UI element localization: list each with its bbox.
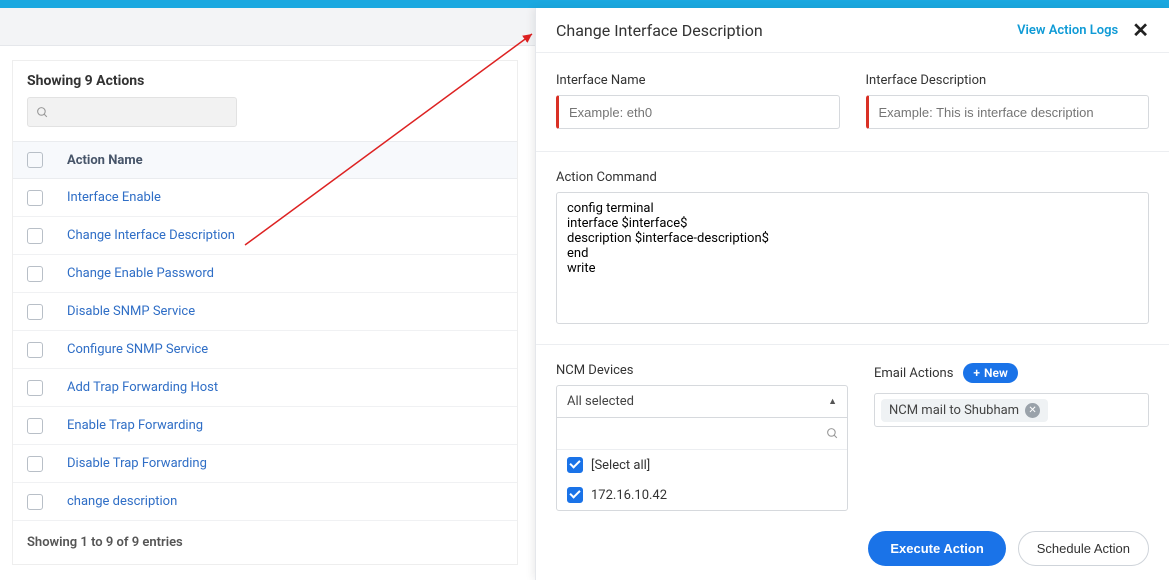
table-row: Disable SNMP Service (13, 293, 517, 331)
table-row: Change Interface Description (13, 217, 517, 255)
multiselect-toggle[interactable]: All selected ▲ (557, 386, 847, 418)
table-row: Enable Trap Forwarding (13, 407, 517, 445)
option-checkbox[interactable] (567, 487, 583, 503)
select-all-checkbox[interactable] (27, 152, 43, 168)
panel-header: Change Interface Description View Action… (536, 8, 1169, 53)
action-link[interactable]: Change Interface Description (67, 228, 235, 243)
action-link[interactable]: Disable Trap Forwarding (67, 456, 207, 471)
interface-name-field: Interface Name (556, 73, 840, 129)
panel-footer: Execute Action Schedule Action (868, 531, 1149, 566)
interface-desc-field: Interface Description (866, 73, 1150, 129)
multiselect-option[interactable]: 172.16.10.42 (557, 480, 847, 510)
email-actions-label: Email Actions (874, 366, 953, 381)
email-chip-container[interactable]: NCM mail to Shubham ✕ (874, 393, 1149, 427)
close-icon[interactable]: ✕ (1132, 18, 1149, 42)
interface-name-input[interactable] (556, 95, 840, 129)
new-button-label: New (984, 366, 1008, 380)
row-checkbox[interactable] (27, 190, 43, 206)
divider (536, 344, 1169, 345)
actions-count-title: Showing 9 Actions (13, 61, 517, 97)
table-row: Configure SNMP Service (13, 331, 517, 369)
search-icon (36, 106, 49, 119)
action-link[interactable]: Configure SNMP Service (67, 342, 208, 357)
action-link[interactable]: Interface Enable (67, 190, 161, 205)
actions-list-panel: Showing 9 Actions Action Name Interface … (0, 46, 530, 579)
chip-label: NCM mail to Shubham (889, 403, 1019, 418)
row-checkbox[interactable] (27, 304, 43, 320)
action-link[interactable]: Enable Trap Forwarding (67, 418, 203, 433)
email-chip: NCM mail to Shubham ✕ (881, 399, 1048, 422)
action-link[interactable]: change description (67, 494, 177, 509)
chip-remove-icon[interactable]: ✕ (1025, 403, 1040, 418)
interface-desc-input[interactable] (866, 95, 1150, 129)
panel-title: Change Interface Description (556, 21, 763, 40)
table-header: Action Name (13, 141, 517, 179)
multiselect-search (557, 418, 847, 450)
ncm-devices-multiselect: All selected ▲ [Select all] 172.16.10.42 (556, 385, 848, 511)
top-accent-bar (0, 0, 1169, 8)
table-row: Interface Enable (13, 179, 517, 217)
divider (536, 151, 1169, 152)
interface-name-label: Interface Name (556, 73, 840, 88)
panel-header-actions: View Action Logs ✕ (1017, 18, 1149, 42)
row-checkbox[interactable] (27, 418, 43, 434)
row-checkbox[interactable] (27, 266, 43, 282)
action-command-textarea[interactable] (556, 192, 1149, 324)
row-checkbox[interactable] (27, 342, 43, 358)
new-email-action-button[interactable]: + New (963, 363, 1017, 383)
multiselect-option-select-all[interactable]: [Select all] (557, 450, 847, 480)
action-link[interactable]: Add Trap Forwarding Host (67, 380, 218, 395)
option-label: [Select all] (591, 458, 650, 473)
row-checkbox[interactable] (27, 228, 43, 244)
table-footer-text: Showing 1 to 9 of 9 entries (13, 521, 517, 564)
actions-search-input[interactable] (27, 97, 237, 127)
plus-icon: + (973, 366, 980, 380)
email-actions-field: Email Actions + New NCM mail to Shubham … (874, 363, 1149, 511)
execute-action-button[interactable]: Execute Action (868, 531, 1005, 566)
chevron-up-icon: ▲ (828, 396, 837, 407)
table-row: change description (13, 483, 517, 521)
interface-desc-label: Interface Description (866, 73, 1150, 88)
row-checkbox[interactable] (27, 494, 43, 510)
table-row: Add Trap Forwarding Host (13, 369, 517, 407)
multiselect-summary: All selected (567, 394, 634, 409)
column-header-action-name[interactable]: Action Name (67, 153, 143, 168)
table-row: Disable Trap Forwarding (13, 445, 517, 483)
action-link[interactable]: Change Enable Password (67, 266, 214, 281)
row-checkbox[interactable] (27, 456, 43, 472)
second-row: NCM Devices All selected ▲ [Select all] (556, 363, 1149, 511)
panel-body: Interface Name Interface Description Act… (536, 53, 1169, 531)
table-row: Change Enable Password (13, 255, 517, 293)
ncm-devices-field: NCM Devices All selected ▲ [Select all] (556, 363, 848, 511)
ncm-devices-label: NCM Devices (556, 363, 848, 378)
email-actions-header: Email Actions + New (874, 363, 1149, 383)
schedule-action-button[interactable]: Schedule Action (1018, 531, 1149, 566)
row-checkbox[interactable] (27, 380, 43, 396)
field-row: Interface Name Interface Description (556, 73, 1149, 129)
view-action-logs-link[interactable]: View Action Logs (1017, 23, 1118, 38)
search-wrap (13, 97, 517, 141)
search-icon (826, 427, 839, 440)
option-checkbox[interactable] (567, 457, 583, 473)
option-label: 172.16.10.42 (591, 488, 667, 503)
action-link[interactable]: Disable SNMP Service (67, 304, 195, 319)
action-command-label: Action Command (556, 170, 1149, 185)
actions-panel-inner: Showing 9 Actions Action Name Interface … (12, 60, 518, 565)
action-detail-panel: Change Interface Description View Action… (535, 8, 1169, 580)
multiselect-search-input[interactable] (565, 418, 826, 449)
